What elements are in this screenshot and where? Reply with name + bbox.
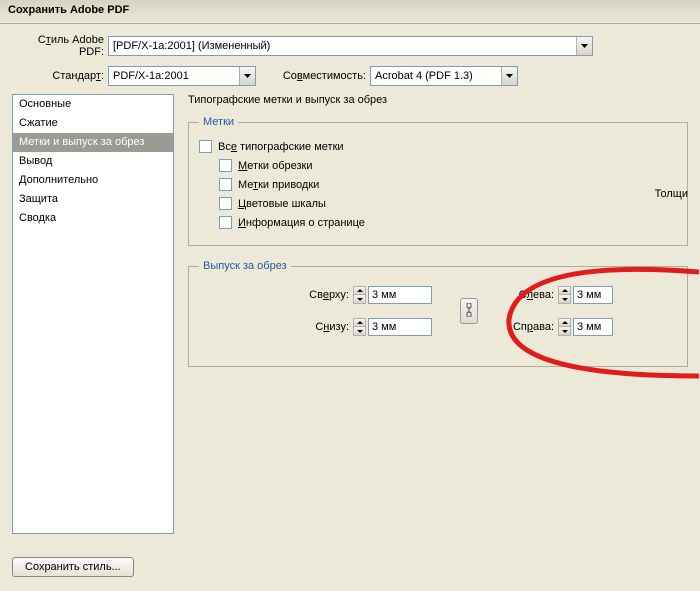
bleed-left-label: Слева: — [506, 289, 554, 301]
compat-combo-value: Acrobat 4 (PDF 1.3) — [371, 67, 501, 85]
bleed-top-label: Сверху: — [299, 289, 349, 301]
check-registration-label: Метки приводки — [238, 179, 319, 191]
link-icon — [465, 303, 473, 320]
bleed-right-row: Справа: 3 мм — [506, 318, 613, 336]
check-all-marks-row: Все типографские метки — [199, 140, 677, 153]
bleed-legend: Выпуск за обрез — [199, 260, 291, 272]
bleed-bottom-label: Снизу: — [299, 321, 349, 333]
dialog-content: Стиль Adobe PDF: [PDF/X-1a:2001] (Измене… — [0, 24, 700, 591]
check-color-bars[interactable] — [219, 197, 232, 210]
check-all-marks[interactable] — [199, 140, 212, 153]
bleed-right-stepper[interactable] — [558, 318, 571, 336]
check-registration-marks[interactable] — [219, 178, 232, 191]
check-colorbars-label: Цветовые шкалы — [238, 198, 326, 210]
compat-label: Совместимость: — [270, 70, 366, 82]
bleed-grid: Сверху: 3 мм Снизу: 3 мм — [299, 286, 677, 336]
window-titlebar: Сохранить Adobe PDF — [0, 0, 700, 24]
check-colorbars-row: Цветовые шкалы — [219, 197, 677, 210]
check-registration-row: Метки приводки — [219, 178, 677, 191]
check-trim-label: Метки обрезки — [238, 160, 313, 172]
check-pageinfo-label: Информация о странице — [238, 217, 365, 229]
check-pageinfo-row: Информация о странице — [219, 216, 677, 229]
style-row: Стиль Adobe PDF: [PDF/X-1a:2001] (Измене… — [12, 34, 688, 58]
sidebar-item-output[interactable]: Вывод — [13, 152, 173, 171]
check-trim-row: Метки обрезки — [219, 159, 677, 172]
std-compat-row: Стандарт: PDF/X-1a:2001 Совместимость: A… — [52, 66, 688, 86]
main-area: Основные Сжатие Метки и выпуск за обрез … — [12, 94, 688, 534]
chevron-down-icon[interactable] — [501, 67, 517, 85]
sidebar-item-summary[interactable]: Сводка — [13, 209, 173, 228]
bleed-bottom-input[interactable]: 3 мм — [368, 318, 432, 336]
bleed-top-stepper[interactable] — [353, 286, 366, 304]
category-sidebar: Основные Сжатие Метки и выпуск за обрез … — [12, 94, 174, 534]
check-page-info[interactable] — [219, 216, 232, 229]
compat-combo[interactable]: Acrobat 4 (PDF 1.3) — [370, 66, 518, 86]
bleed-left-input[interactable]: 3 мм — [573, 286, 613, 304]
bleed-group: Выпуск за обрез Сверху: 3 мм Снизу: — [188, 260, 688, 367]
sidebar-item-general[interactable]: Основные — [13, 95, 173, 114]
check-all-marks-label: Все типографские метки — [218, 141, 344, 153]
save-style-button[interactable]: Сохранить стиль... — [12, 557, 134, 577]
check-trim-marks[interactable] — [219, 159, 232, 172]
chevron-down-icon[interactable] — [576, 37, 592, 55]
standard-combo[interactable]: PDF/X-1a:2001 — [108, 66, 256, 86]
bleed-bottom-row: Снизу: 3 мм — [299, 318, 432, 336]
style-combo[interactable]: [PDF/X-1a:2001] (Измененный) — [108, 36, 593, 56]
bleed-left-stepper[interactable] — [558, 286, 571, 304]
thickness-label: Толщи — [655, 188, 688, 200]
window-title: Сохранить Adobe PDF — [8, 4, 129, 16]
bleed-right-input[interactable]: 3 мм — [573, 318, 613, 336]
settings-panel: Типографские метки и выпуск за обрез Мет… — [188, 94, 688, 534]
standard-combo-value: PDF/X-1a:2001 — [109, 67, 239, 85]
style-combo-value: [PDF/X-1a:2001] (Измененный) — [109, 37, 576, 55]
style-label: Стиль Adobe PDF: — [12, 34, 104, 58]
sidebar-item-marks-and-bleed[interactable]: Метки и выпуск за обрез — [13, 133, 173, 152]
bleed-bottom-stepper[interactable] — [353, 318, 366, 336]
bleed-top-input[interactable]: 3 мм — [368, 286, 432, 304]
bleed-left-row: Слева: 3 мм — [506, 286, 613, 304]
chevron-down-icon[interactable] — [239, 67, 255, 85]
marks-group: Метки Все типографские метки Метки обрез… — [188, 116, 688, 246]
bleed-right-label: Справа: — [506, 321, 554, 333]
sidebar-item-security[interactable]: Защита — [13, 190, 173, 209]
sidebar-item-compression[interactable]: Сжатие — [13, 114, 173, 133]
link-values-button[interactable] — [460, 298, 478, 324]
panel-title: Типографские метки и выпуск за обрез — [188, 94, 688, 106]
bleed-top-row: Сверху: 3 мм — [299, 286, 432, 304]
sidebar-item-advanced[interactable]: Дополнительно — [13, 171, 173, 190]
standard-label: Стандарт: — [52, 70, 104, 82]
marks-legend: Метки — [199, 116, 238, 128]
